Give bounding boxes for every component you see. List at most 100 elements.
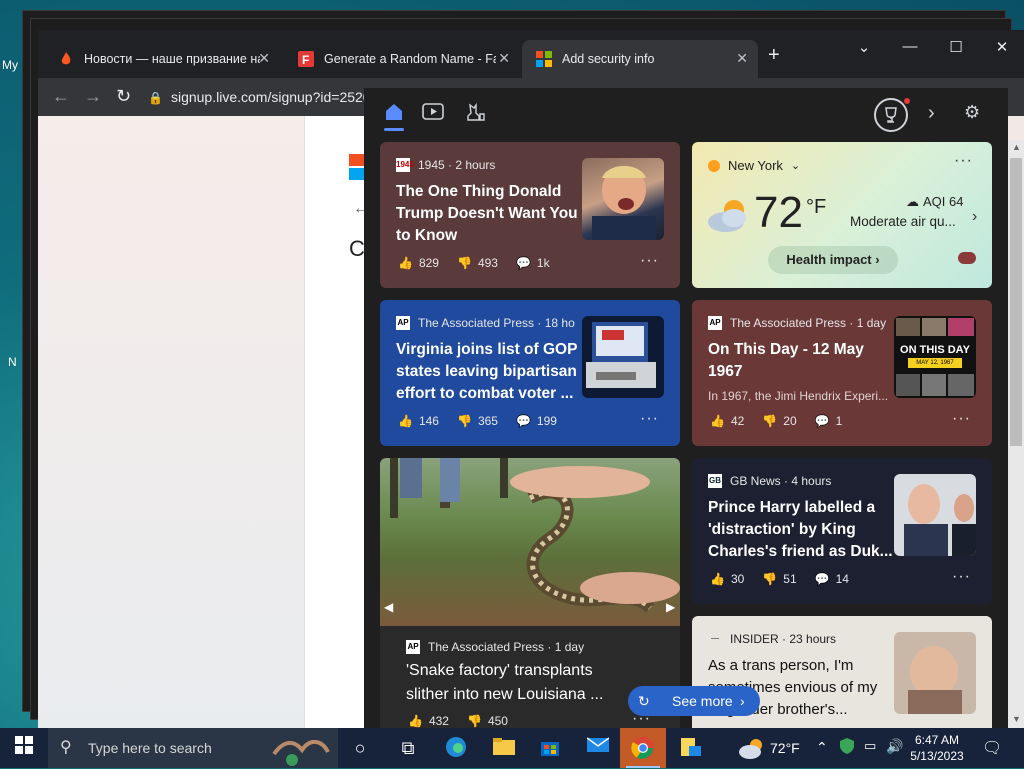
fakename-icon: F: [298, 51, 314, 67]
like-button[interactable]: 👍 30: [710, 572, 744, 586]
like-button[interactable]: 👍 146: [398, 414, 439, 428]
back-icon[interactable]: ←: [52, 86, 70, 107]
reload-icon[interactable]: ↻: [116, 86, 131, 107]
scroll-down-icon[interactable]: ▼: [1012, 714, 1021, 724]
mail-icon[interactable]: [586, 736, 610, 760]
comment-button[interactable]: 💬 1: [815, 414, 843, 428]
temperature-unit: °F: [806, 196, 827, 218]
ap-logo-icon: AP: [708, 316, 722, 330]
flame-icon: [58, 51, 74, 67]
tab-title: Generate a Random Name - Fak: [324, 52, 496, 66]
file-explorer-icon[interactable]: [492, 736, 516, 760]
network-icon[interactable]: ▭: [864, 738, 876, 754]
scroll-up-icon[interactable]: ▲: [1012, 142, 1021, 152]
more-options-icon[interactable]: ···: [952, 568, 971, 586]
dislike-button[interactable]: 👎 20: [762, 414, 796, 428]
chrome-taskbar-button[interactable]: [620, 728, 666, 768]
dislike-button[interactable]: 👎 51: [762, 572, 796, 586]
reactions: 👍 432 👎 450: [408, 714, 508, 728]
close-tab-icon[interactable]: ✕: [736, 50, 748, 67]
weather-taskbar-icon[interactable]: [738, 736, 766, 765]
video-icon[interactable]: [422, 102, 444, 127]
comment-button[interactable]: 💬 1k: [516, 256, 550, 270]
tab-security-info[interactable]: Add security info ✕: [522, 40, 758, 78]
reactions: 👍 146 👎 365 💬 199: [398, 414, 557, 428]
like-button[interactable]: 👍 42: [710, 414, 744, 428]
dislike-count: 51: [783, 572, 797, 586]
more-options-icon[interactable]: ···: [952, 410, 971, 428]
see-more-button[interactable]: ↻ See more ›: [628, 686, 760, 716]
thumbs-up-icon: 👍: [398, 256, 413, 270]
tab-fakename[interactable]: F Generate a Random Name - Fak ✕: [284, 40, 520, 78]
news-card[interactable]: GB GB News · 4 hours Prince Harry labell…: [692, 458, 992, 604]
taskbar-search-box[interactable]: ⚲ Type here to search: [48, 728, 338, 768]
dislike-button[interactable]: 👎 493: [457, 256, 498, 270]
dislike-count: 365: [477, 414, 498, 428]
news-card[interactable]: 1945 1945 · 2 hours The One Thing Donald…: [380, 142, 680, 288]
minimize-button[interactable]: —: [890, 38, 930, 55]
voting-machine-photo: [582, 316, 664, 398]
chevron-up-icon[interactable]: ⌃: [816, 739, 828, 756]
dislike-button[interactable]: 👎 365: [457, 414, 498, 428]
file-manager-icon[interactable]: [678, 736, 702, 760]
health-impact-button[interactable]: Health impact ›: [768, 246, 898, 274]
task-view-icon[interactable]: ⧉: [396, 736, 420, 760]
more-options-icon[interactable]: ···: [640, 252, 659, 270]
more-options-icon[interactable]: ···: [640, 410, 659, 428]
see-more-label: See more: [672, 693, 733, 709]
maximize-button[interactable]: ☐: [936, 38, 976, 56]
carousel-next-icon[interactable]: ▶: [666, 600, 675, 614]
thumbs-down-icon: 👎: [466, 714, 482, 728]
chevron-right-icon[interactable]: ›: [972, 208, 977, 226]
weather-card[interactable]: New York ⌄ ··· 72 °F ☁ AQI 64 Moderate ai…: [692, 142, 992, 288]
close-window-button[interactable]: ✕: [982, 38, 1022, 56]
desktop-icon-label[interactable]: N: [8, 355, 17, 369]
clock[interactable]: 6:47 AM 5/13/2023: [906, 732, 968, 764]
headline: On This Day - 12 May 1967: [708, 341, 864, 380]
more-options-icon[interactable]: ···: [954, 152, 973, 170]
taskbar-weather-text[interactable]: 72°F: [770, 740, 800, 756]
scrollbar[interactable]: ▲ ▼: [1008, 140, 1024, 728]
rewards-trophy-icon[interactable]: [874, 98, 910, 132]
forward-icon[interactable]: →: [84, 86, 102, 107]
chevron-right-icon[interactable]: ›: [928, 102, 935, 125]
like-count: 42: [730, 414, 745, 428]
comment-button[interactable]: 💬 199: [516, 414, 557, 428]
gear-icon[interactable]: ⚙: [964, 102, 980, 123]
close-tab-icon[interactable]: ✕: [498, 50, 510, 67]
like-button[interactable]: 👍 829: [398, 256, 439, 270]
desktop-icon-label[interactable]: My: [2, 58, 18, 72]
edge-icon[interactable]: [444, 736, 468, 760]
snake-photo: [380, 458, 680, 626]
tab-search-icon[interactable]: ⌄: [844, 38, 884, 56]
new-tab-button[interactable]: +: [768, 44, 780, 67]
aqi-description: Moderate air qu...: [850, 214, 956, 229]
home-icon[interactable]: [384, 102, 404, 131]
cortana-icon[interactable]: ○: [348, 736, 372, 760]
carousel-prev-icon[interactable]: ◀: [384, 600, 393, 614]
comment-button[interactable]: 💬 14: [815, 572, 849, 586]
source-time: INSIDER · 23 hours: [730, 632, 837, 646]
comment-count: 1k: [536, 256, 550, 270]
search-icon: ⚲: [60, 739, 72, 756]
like-count: 146: [418, 414, 439, 428]
like-button[interactable]: 👍 432: [408, 714, 449, 728]
store-icon[interactable]: [538, 736, 562, 760]
news-card[interactable]: AP The Associated Press · 1 day On This …: [692, 300, 992, 446]
start-windows-icon[interactable]: [12, 736, 36, 760]
volume-icon[interactable]: 🔊: [886, 738, 903, 755]
source-time: The Associated Press · 1 day: [730, 316, 887, 330]
scrollbar-thumb[interactable]: [1010, 158, 1022, 446]
notification-center-icon[interactable]: 🗨: [982, 738, 1002, 758]
reactions: 👍 42 👎 20 💬 1: [710, 414, 842, 428]
royals-photo: [894, 474, 976, 556]
chess-icon[interactable]: [464, 102, 486, 127]
source-time: The Associated Press · 18 ho: [418, 316, 575, 330]
tab-news[interactable]: Новости — наше призвание на ✕: [44, 40, 280, 78]
security-shield-icon[interactable]: [840, 738, 854, 759]
headline: Prince Harry labelled a 'distraction' by…: [708, 499, 893, 560]
close-tab-icon[interactable]: ✕: [258, 50, 270, 67]
news-card[interactable]: AP The Associated Press · 18 ho Virginia…: [380, 300, 680, 446]
location-selector[interactable]: New York ⌄: [708, 158, 800, 173]
dislike-button[interactable]: 👎 450: [467, 714, 508, 728]
